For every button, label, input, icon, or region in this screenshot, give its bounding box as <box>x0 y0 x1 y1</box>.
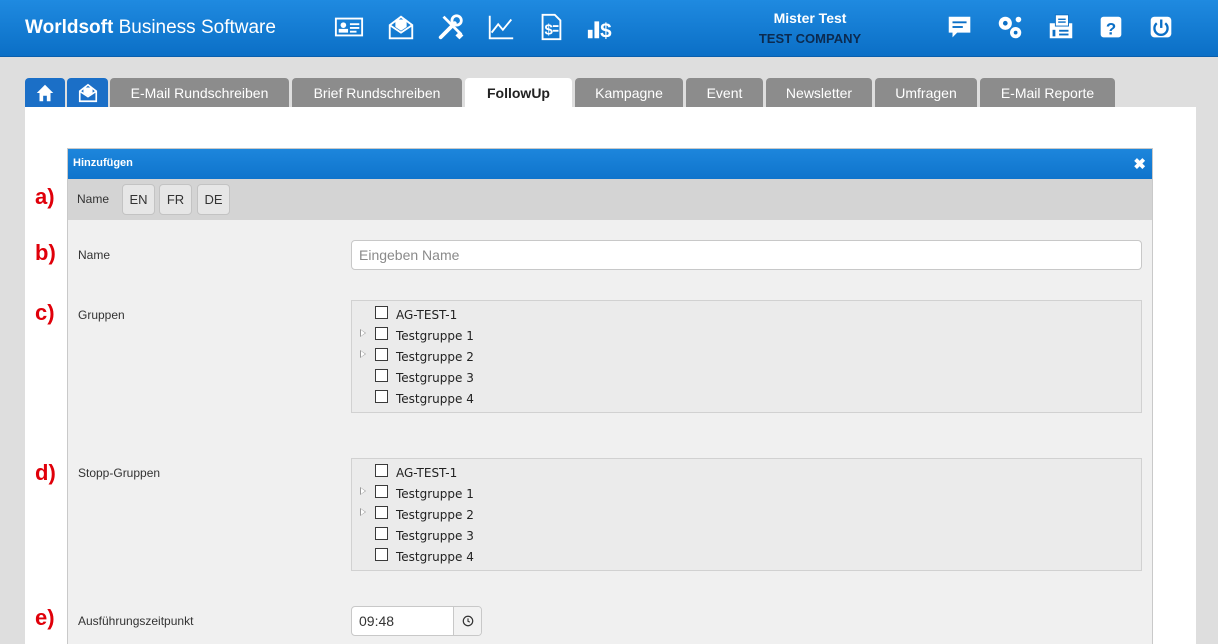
company-name: TEST COMPANY <box>758 31 862 46</box>
stop-groups-tree: AG-TEST-1 Testgruppe 1 Testgruppe 2 Test… <box>351 458 1142 571</box>
checkbox[interactable] <box>375 369 388 382</box>
stop-groups-label: Stopp-Gruppen <box>78 466 161 480</box>
svg-text:$: $ <box>544 22 553 39</box>
svg-text:$: $ <box>600 19 612 42</box>
home-tab[interactable] <box>25 78 65 107</box>
execution-time-label: Ausführungszeitpunkt <box>78 614 194 628</box>
expand-arrow-icon[interactable] <box>360 329 366 337</box>
home-icon <box>36 84 54 101</box>
tree-item[interactable]: Testgruppe 3 <box>352 524 652 545</box>
tree-item-label[interactable]: Testgruppe 3 <box>396 371 474 385</box>
mail-marketing-tab[interactable] <box>67 78 108 107</box>
tab-kampagne[interactable]: Kampagne <box>575 78 683 107</box>
tree-item-label[interactable]: Testgruppe 1 <box>396 487 474 501</box>
name-label: Name <box>78 248 111 262</box>
tab-email-rundschreiben[interactable]: E-Mail Rundschreiben <box>110 78 289 107</box>
help-icon[interactable]: ? <box>1095 11 1127 43</box>
checkbox[interactable] <box>375 306 388 319</box>
tools-icon[interactable] <box>435 11 467 43</box>
tree-item[interactable]: Testgruppe 1 <box>352 324 652 345</box>
svg-text:?: ? <box>1106 20 1116 39</box>
dialog-title: Hinzufügen <box>73 157 133 169</box>
line-chart-icon[interactable] <box>485 11 517 43</box>
tree-item[interactable]: Testgruppe 2 <box>352 503 652 524</box>
top-header-bar: Worldsoft Business Software $ $ Mister T… <box>0 0 1218 57</box>
language-de-button[interactable]: DE <box>197 184 230 215</box>
language-label: Name <box>77 192 110 206</box>
tab-umfragen[interactable]: Umfragen <box>875 78 977 107</box>
tree-item-label[interactable]: Testgruppe 4 <box>396 392 474 406</box>
dialog-header: Hinzufügen ✖ <box>68 149 1152 179</box>
expand-arrow-icon[interactable] <box>360 487 366 495</box>
contact-card-icon[interactable] <box>333 11 365 43</box>
expand-arrow-icon[interactable] <box>360 350 366 358</box>
checkbox[interactable] <box>375 506 388 519</box>
fax-printer-icon[interactable] <box>1045 11 1077 43</box>
mail-marketing-icon[interactable] <box>385 11 417 43</box>
user-info[interactable]: Mister Test TEST COMPANY <box>700 10 920 46</box>
checkbox[interactable] <box>375 527 388 540</box>
checkbox[interactable] <box>375 548 388 561</box>
checkbox[interactable] <box>375 348 388 361</box>
annotation-c: c) <box>35 300 55 325</box>
groups-tree: AG-TEST-1 Testgruppe 1 Testgruppe 2 Test… <box>351 300 1142 413</box>
tab-followup[interactable]: FollowUp <box>465 78 572 108</box>
tree-item[interactable]: Testgruppe 4 <box>352 387 652 408</box>
tree-item-label[interactable]: AG-TEST-1 <box>396 466 457 480</box>
tab-newsletter[interactable]: Newsletter <box>766 78 872 107</box>
mail-marketing-icon <box>78 83 97 102</box>
checkbox[interactable] <box>375 327 388 340</box>
user-name: Mister Test <box>773 10 847 26</box>
annotation-b: b) <box>35 240 56 265</box>
annotation-a: a) <box>35 184 55 209</box>
clock-button[interactable] <box>453 607 481 635</box>
checkbox[interactable] <box>375 485 388 498</box>
tree-item[interactable]: Testgruppe 4 <box>352 545 652 566</box>
tree-item-label[interactable]: AG-TEST-1 <box>396 308 457 322</box>
tree-item-label[interactable]: Testgruppe 2 <box>396 350 474 364</box>
tree-item-label[interactable]: Testgruppe 4 <box>396 550 474 564</box>
tree-item-label[interactable]: Testgruppe 1 <box>396 329 474 343</box>
tab-brief-rundschreiben[interactable]: Brief Rundschreiben <box>292 78 462 107</box>
time-input[interactable] <box>352 607 455 635</box>
power-icon[interactable] <box>1145 11 1177 43</box>
tree-item[interactable]: AG-TEST-1 <box>352 303 652 324</box>
app-brand: Worldsoft Business Software <box>25 17 276 38</box>
checkbox[interactable] <box>375 390 388 403</box>
expand-arrow-icon[interactable] <box>360 508 366 516</box>
annotation-d: d) <box>35 460 56 485</box>
tab-email-reporte[interactable]: E-Mail Reporte <box>980 78 1115 107</box>
annotation-e: e) <box>35 605 55 630</box>
add-dialog: Hinzufügen ✖ Name EN FR DE Name Gruppen … <box>67 148 1153 644</box>
tree-item-label[interactable]: Testgruppe 2 <box>396 508 474 522</box>
checkbox[interactable] <box>375 464 388 477</box>
tree-item[interactable]: Testgruppe 3 <box>352 366 652 387</box>
settings-gears-icon[interactable] <box>994 11 1026 43</box>
tree-item-label[interactable]: Testgruppe 3 <box>396 529 474 543</box>
bar-dollar-icon[interactable]: $ <box>585 11 617 43</box>
time-picker <box>351 606 482 636</box>
groups-label: Gruppen <box>78 308 125 322</box>
clock-icon <box>462 615 473 627</box>
tree-item[interactable]: Testgruppe 1 <box>352 482 652 503</box>
tree-item[interactable]: Testgruppe 2 <box>352 345 652 366</box>
invoice-dollar-icon[interactable]: $ <box>535 11 567 43</box>
chat-icon[interactable] <box>944 11 976 43</box>
tree-item[interactable]: AG-TEST-1 <box>352 461 652 482</box>
language-fr-button[interactable]: FR <box>159 184 192 215</box>
name-input[interactable] <box>351 240 1142 270</box>
close-icon[interactable]: ✖ <box>1133 155 1146 173</box>
language-en-button[interactable]: EN <box>122 184 155 215</box>
language-bar: Name EN FR DE <box>68 179 1152 220</box>
tab-event[interactable]: Event <box>686 78 763 107</box>
